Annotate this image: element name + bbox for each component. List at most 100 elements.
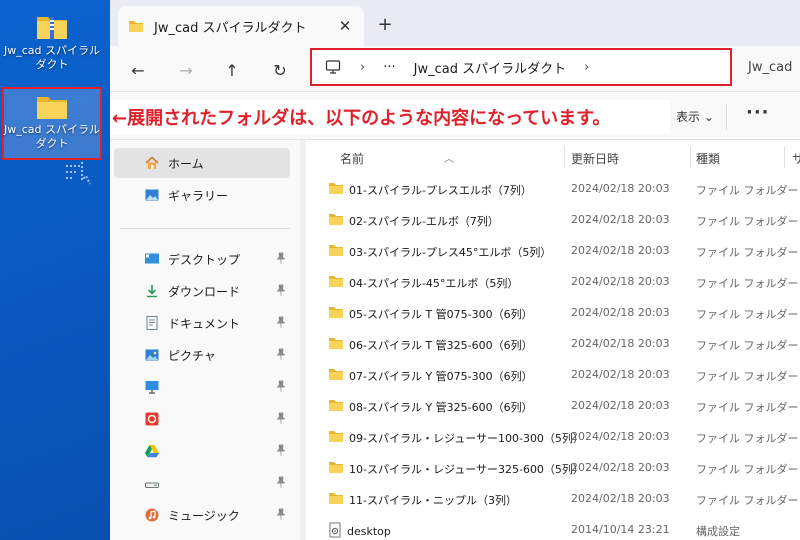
new-tab-button[interactable]: + bbox=[374, 14, 396, 35]
pin-icon bbox=[276, 252, 286, 267]
sidebar-item-download[interactable]: ダウンロード bbox=[114, 276, 290, 306]
table-row[interactable]: 06-スパイラル T 管325-600（6列） 2024/02/18 20:03 フ… bbox=[306, 327, 800, 358]
folder-icon bbox=[328, 181, 344, 198]
up-button[interactable]: ↑ bbox=[218, 56, 246, 84]
column-type[interactable]: 種類 bbox=[696, 150, 720, 167]
file-type: ファイル フォルダー bbox=[696, 277, 799, 290]
file-name: 05-スパイラル T 管075-300（6列） bbox=[349, 307, 533, 321]
mouse-pointer-icon bbox=[66, 162, 91, 185]
view-menu-button[interactable]: 表示 ⌄ bbox=[676, 108, 714, 125]
file-date: 2024/02/18 20:03 bbox=[571, 337, 670, 350]
file-name: desktop bbox=[347, 525, 391, 538]
breadcrumb-current-folder[interactable]: Jw_cad スパイラルダクト bbox=[414, 58, 566, 77]
home-icon bbox=[144, 155, 160, 171]
folder-icon bbox=[328, 491, 344, 508]
command-bar-divider bbox=[726, 104, 727, 130]
file-explorer-window: Jw_cad スパイラルダクト ✕ + ← → ↑ ↻ › ··· Jw_cad… bbox=[110, 0, 800, 540]
breadcrumb-separator: › bbox=[360, 59, 366, 75]
pin-icon bbox=[276, 380, 286, 395]
folder-icon bbox=[328, 429, 344, 446]
file-type: ファイル フォルダー bbox=[696, 370, 799, 383]
table-row[interactable]: desktop 2014/10/14 23:21 構成設定 bbox=[306, 513, 800, 540]
pin-icon bbox=[276, 508, 286, 523]
folder-icon bbox=[328, 367, 344, 384]
disk-icon bbox=[144, 475, 160, 491]
back-button[interactable]: ← bbox=[124, 56, 152, 84]
table-row[interactable]: 02-スパイラル-エルボ（7列） 2024/02/18 20:03 ファイル フォル… bbox=[306, 203, 800, 234]
sidebar-item-gallery[interactable]: ギャラリー bbox=[114, 180, 290, 210]
desktop-extracted-folder[interactable]: Jw_cad スパイラルダクト bbox=[2, 87, 102, 160]
file-type: ファイル フォルダー bbox=[696, 494, 799, 507]
file-date: 2024/02/18 20:03 bbox=[571, 244, 670, 257]
address-bar[interactable]: › ··· Jw_cad スパイラルダクト › bbox=[310, 48, 732, 86]
column-modified[interactable]: 更新日時 bbox=[571, 150, 619, 167]
file-type: ファイル フォルダー bbox=[696, 246, 799, 259]
breadcrumb-separator[interactable]: › bbox=[584, 60, 589, 75]
file-name: 01-スパイラル-プレスエルボ（7列） bbox=[349, 183, 532, 197]
sidebar-item-monitor[interactable] bbox=[114, 372, 290, 402]
sidebar-item-red-app[interactable] bbox=[114, 404, 290, 434]
forward-button[interactable]: → bbox=[172, 56, 200, 84]
sidebar-item-disk[interactable] bbox=[114, 468, 290, 498]
file-name-cell: 10-スパイラル・レジューサー325-600（5列） bbox=[328, 460, 584, 477]
table-row[interactable]: 04-スパイラル-45°エルボ（5列） 2024/02/18 20:03 ファイル … bbox=[306, 265, 800, 296]
column-size[interactable]: サ bbox=[792, 150, 800, 167]
computer-icon bbox=[325, 60, 341, 74]
sidebar-item-pictures[interactable]: ピクチャ bbox=[114, 340, 290, 370]
file-name-cell: desktop bbox=[328, 522, 391, 540]
pin-icon bbox=[276, 412, 286, 427]
table-row[interactable]: 03-スパイラル-プレス45°エルボ（5列） 2024/02/18 20:03 ファ… bbox=[306, 234, 800, 265]
more-options-button[interactable]: ··· bbox=[746, 102, 770, 123]
file-date: 2024/02/18 20:03 bbox=[571, 430, 670, 443]
pin-icon bbox=[276, 476, 286, 491]
folder-icon bbox=[328, 336, 344, 353]
pin-icon bbox=[276, 444, 286, 459]
explorer-body: ホームギャラリーデスクトップダウンロード ドキュメント ピクチャミュージック ︿ 名… bbox=[110, 140, 800, 540]
file-type: ファイル フォルダー bbox=[696, 401, 799, 414]
sidebar-item-label: ミュージック bbox=[168, 508, 240, 523]
sidebar-item-label: ギャラリー bbox=[168, 188, 229, 203]
close-tab-icon[interactable]: ✕ bbox=[336, 17, 354, 35]
column-header-row: ︿ 名前 更新日時 種類 サ bbox=[306, 140, 800, 172]
gallery-icon bbox=[144, 187, 160, 203]
sidebar-item-drive[interactable] bbox=[114, 436, 290, 466]
table-row[interactable]: 07-スパイラル Y 管075-300（6列） 2024/02/18 20:03 フ… bbox=[306, 358, 800, 389]
navigation-pane: ホームギャラリーデスクトップダウンロード ドキュメント ピクチャミュージック bbox=[110, 140, 300, 540]
sidebar-item-document[interactable]: ドキュメント bbox=[114, 308, 290, 338]
table-row[interactable]: 05-スパイラル T 管075-300（6列） 2024/02/18 20:03 フ… bbox=[306, 296, 800, 327]
desktop-zip-folder[interactable]: Jw_cad スパイラルダクト bbox=[2, 8, 102, 86]
file-name: 06-スパイラル T 管325-600（6列） bbox=[349, 338, 533, 352]
desktop-icon bbox=[144, 251, 160, 267]
file-type: ファイル フォルダー bbox=[696, 339, 799, 352]
column-name[interactable]: 名前 bbox=[340, 150, 364, 167]
refresh-button[interactable]: ↻ bbox=[266, 56, 294, 84]
file-name: 11-スパイラル・ニップル（3列） bbox=[349, 493, 517, 507]
file-name-cell: 09-スパイラル・レジューサー100-300（5列） bbox=[328, 429, 584, 446]
file-name: 09-スパイラル・レジューサー100-300（5列） bbox=[349, 431, 584, 445]
folder-icon bbox=[328, 398, 344, 415]
folder-icon bbox=[328, 212, 344, 229]
file-name: 08-スパイラル Y 管325-600（6列） bbox=[349, 400, 533, 414]
navigation-bar: ← → ↑ ↻ › ··· Jw_cad スパイラルダクト › Jw_cad bbox=[110, 46, 800, 92]
folder-icon bbox=[37, 97, 67, 119]
table-row[interactable]: 10-スパイラル・レジューサー325-600（5列） 2024/02/18 20:… bbox=[306, 451, 800, 482]
sidebar-item-music[interactable]: ミュージック bbox=[114, 500, 290, 530]
search-box[interactable]: Jw_cad bbox=[748, 60, 792, 75]
file-name-cell: 08-スパイラル Y 管325-600（6列） bbox=[328, 398, 533, 415]
desktop-icon-label: Jw_cad スパイラルダクト bbox=[3, 44, 100, 71]
tab-jwcad-folder[interactable]: Jw_cad スパイラルダクト ✕ bbox=[118, 6, 364, 46]
table-row[interactable]: 01-スパイラル-プレスエルボ（7列） 2024/02/18 20:03 ファイル … bbox=[306, 172, 800, 203]
sidebar-item-label: デスクトップ bbox=[168, 252, 241, 267]
pin-icon bbox=[276, 284, 286, 299]
pictures-icon bbox=[144, 347, 160, 363]
table-row[interactable]: 11-スパイラル・ニップル（3列） 2024/02/18 20:03 ファイル フォ… bbox=[306, 482, 800, 513]
file-date: 2014/10/14 23:21 bbox=[571, 523, 670, 536]
file-name: 04-スパイラル-45°エルボ（5列） bbox=[349, 276, 519, 290]
table-row[interactable]: 09-スパイラル・レジューサー100-300（5列） 2024/02/18 20:… bbox=[306, 420, 800, 451]
table-row[interactable]: 08-スパイラル Y 管325-600（6列） 2024/02/18 20:03 フ… bbox=[306, 389, 800, 420]
sidebar-item-desktop[interactable]: デスクトップ bbox=[114, 244, 290, 274]
breadcrumb-overflow[interactable]: ··· bbox=[383, 60, 395, 75]
red-app-icon bbox=[144, 411, 160, 427]
music-icon bbox=[144, 507, 160, 523]
sidebar-item-home[interactable]: ホーム bbox=[114, 148, 290, 178]
